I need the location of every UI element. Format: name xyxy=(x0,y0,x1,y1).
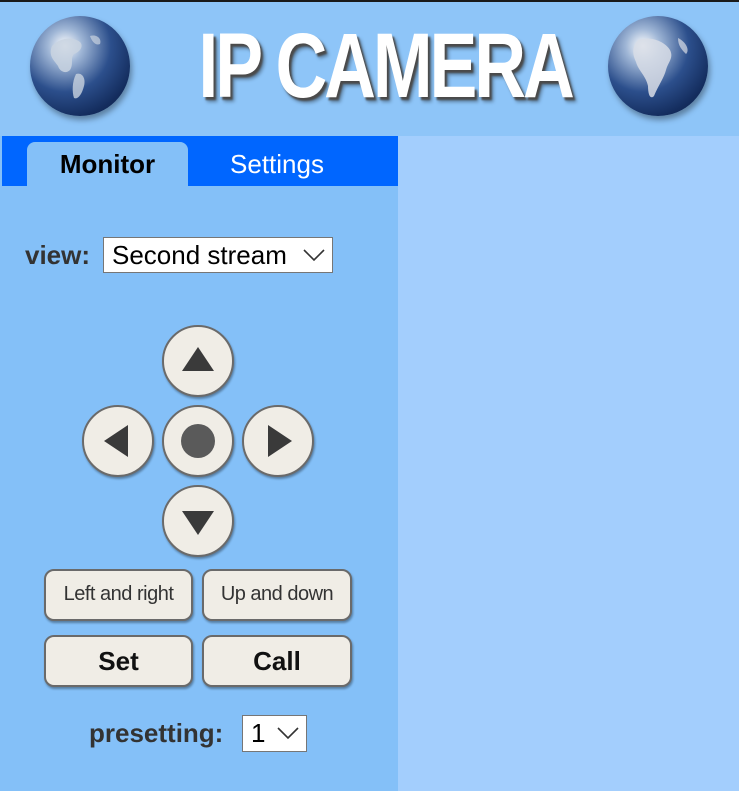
arrow-right-icon xyxy=(268,425,292,457)
tab-settings[interactable]: Settings xyxy=(192,142,362,186)
arrow-down-icon xyxy=(182,511,214,535)
pan-left-button[interactable] xyxy=(82,405,154,477)
presetting-label: presetting: xyxy=(89,718,224,748)
pan-down-button[interactable] xyxy=(162,485,234,557)
arrow-up-icon xyxy=(182,347,214,371)
pan-right-button[interactable] xyxy=(242,405,314,477)
up-and-down-button[interactable]: Up and down xyxy=(202,569,352,621)
stop-button[interactable] xyxy=(162,405,234,477)
call-preset-button[interactable]: Call xyxy=(202,635,352,687)
view-select[interactable]: Second stream xyxy=(103,237,333,273)
pan-up-button[interactable] xyxy=(162,325,234,397)
tab-bar: Monitor Settings xyxy=(2,136,398,186)
control-sidebar: Monitor Settings view: Second stream Lef… xyxy=(0,136,398,791)
chevron-down-icon xyxy=(277,727,299,740)
view-select-value: Second stream xyxy=(112,240,287,270)
view-label: view: xyxy=(25,240,91,270)
left-and-right-button[interactable]: Left and right xyxy=(44,569,193,621)
stop-circle-icon xyxy=(181,424,215,458)
set-preset-button[interactable]: Set xyxy=(44,635,193,687)
app-title: IP CAMERA xyxy=(198,15,574,117)
globe-south-america-icon xyxy=(608,16,708,116)
chevron-down-icon xyxy=(303,249,325,262)
globe-americas-icon xyxy=(30,16,130,116)
arrow-left-icon xyxy=(104,425,128,457)
presetting-select[interactable]: 1 xyxy=(242,715,307,752)
presetting-select-value: 1 xyxy=(251,718,266,748)
video-area xyxy=(398,136,739,791)
tab-monitor[interactable]: Monitor xyxy=(27,142,188,186)
header-banner: IP CAMERA xyxy=(0,2,739,136)
